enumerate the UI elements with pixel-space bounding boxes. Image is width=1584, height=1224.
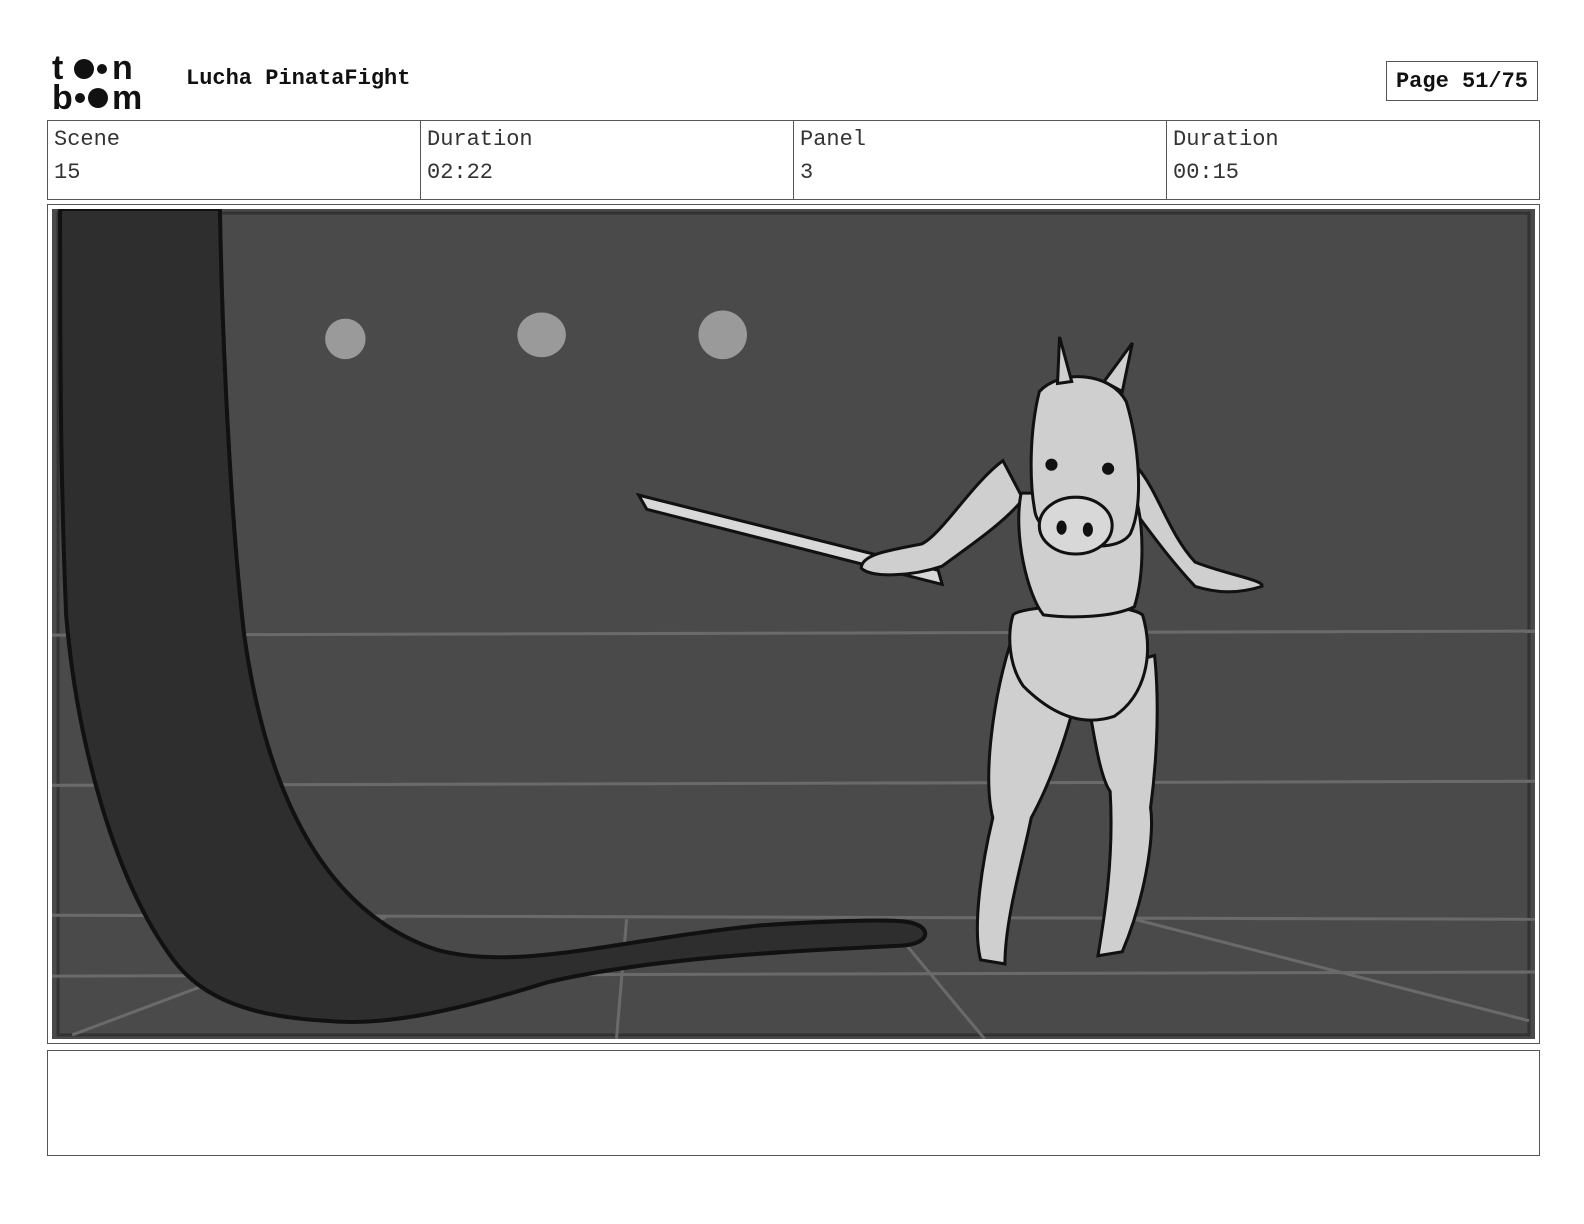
panel-duration-value: 00:15 (1173, 160, 1240, 185)
panel-value: 3 (800, 160, 814, 185)
panel-duration-label: Duration (1173, 127, 1279, 152)
scene-label: Scene (54, 127, 121, 152)
scene-duration-cell: Duration 02:22 (420, 121, 793, 199)
storyboard-sketch-image (52, 209, 1535, 1039)
scene-info-table: Scene 15 Duration 02:22 Panel 3 Duration… (47, 120, 1540, 200)
panel-duration-cell: Duration 00:15 (1166, 121, 1539, 199)
scene-cell: Scene 15 (48, 121, 420, 199)
caption-box[interactable] (47, 1050, 1540, 1156)
scene-duration-label: Duration (427, 127, 533, 152)
panel-cell: Panel 3 (793, 121, 1166, 199)
storyboard-panel (47, 204, 1540, 1044)
scene-value: 15 (54, 160, 81, 185)
project-title: Lucha PinataFight (186, 66, 411, 91)
toon-boom-logo: t n b m (52, 49, 164, 117)
panel-label: Panel (800, 127, 867, 152)
svg-text:m: m (112, 79, 142, 112)
page-indicator: Page 51/75 (1386, 61, 1538, 101)
scene-duration-value: 02:22 (427, 160, 494, 185)
svg-text:b: b (52, 79, 73, 112)
